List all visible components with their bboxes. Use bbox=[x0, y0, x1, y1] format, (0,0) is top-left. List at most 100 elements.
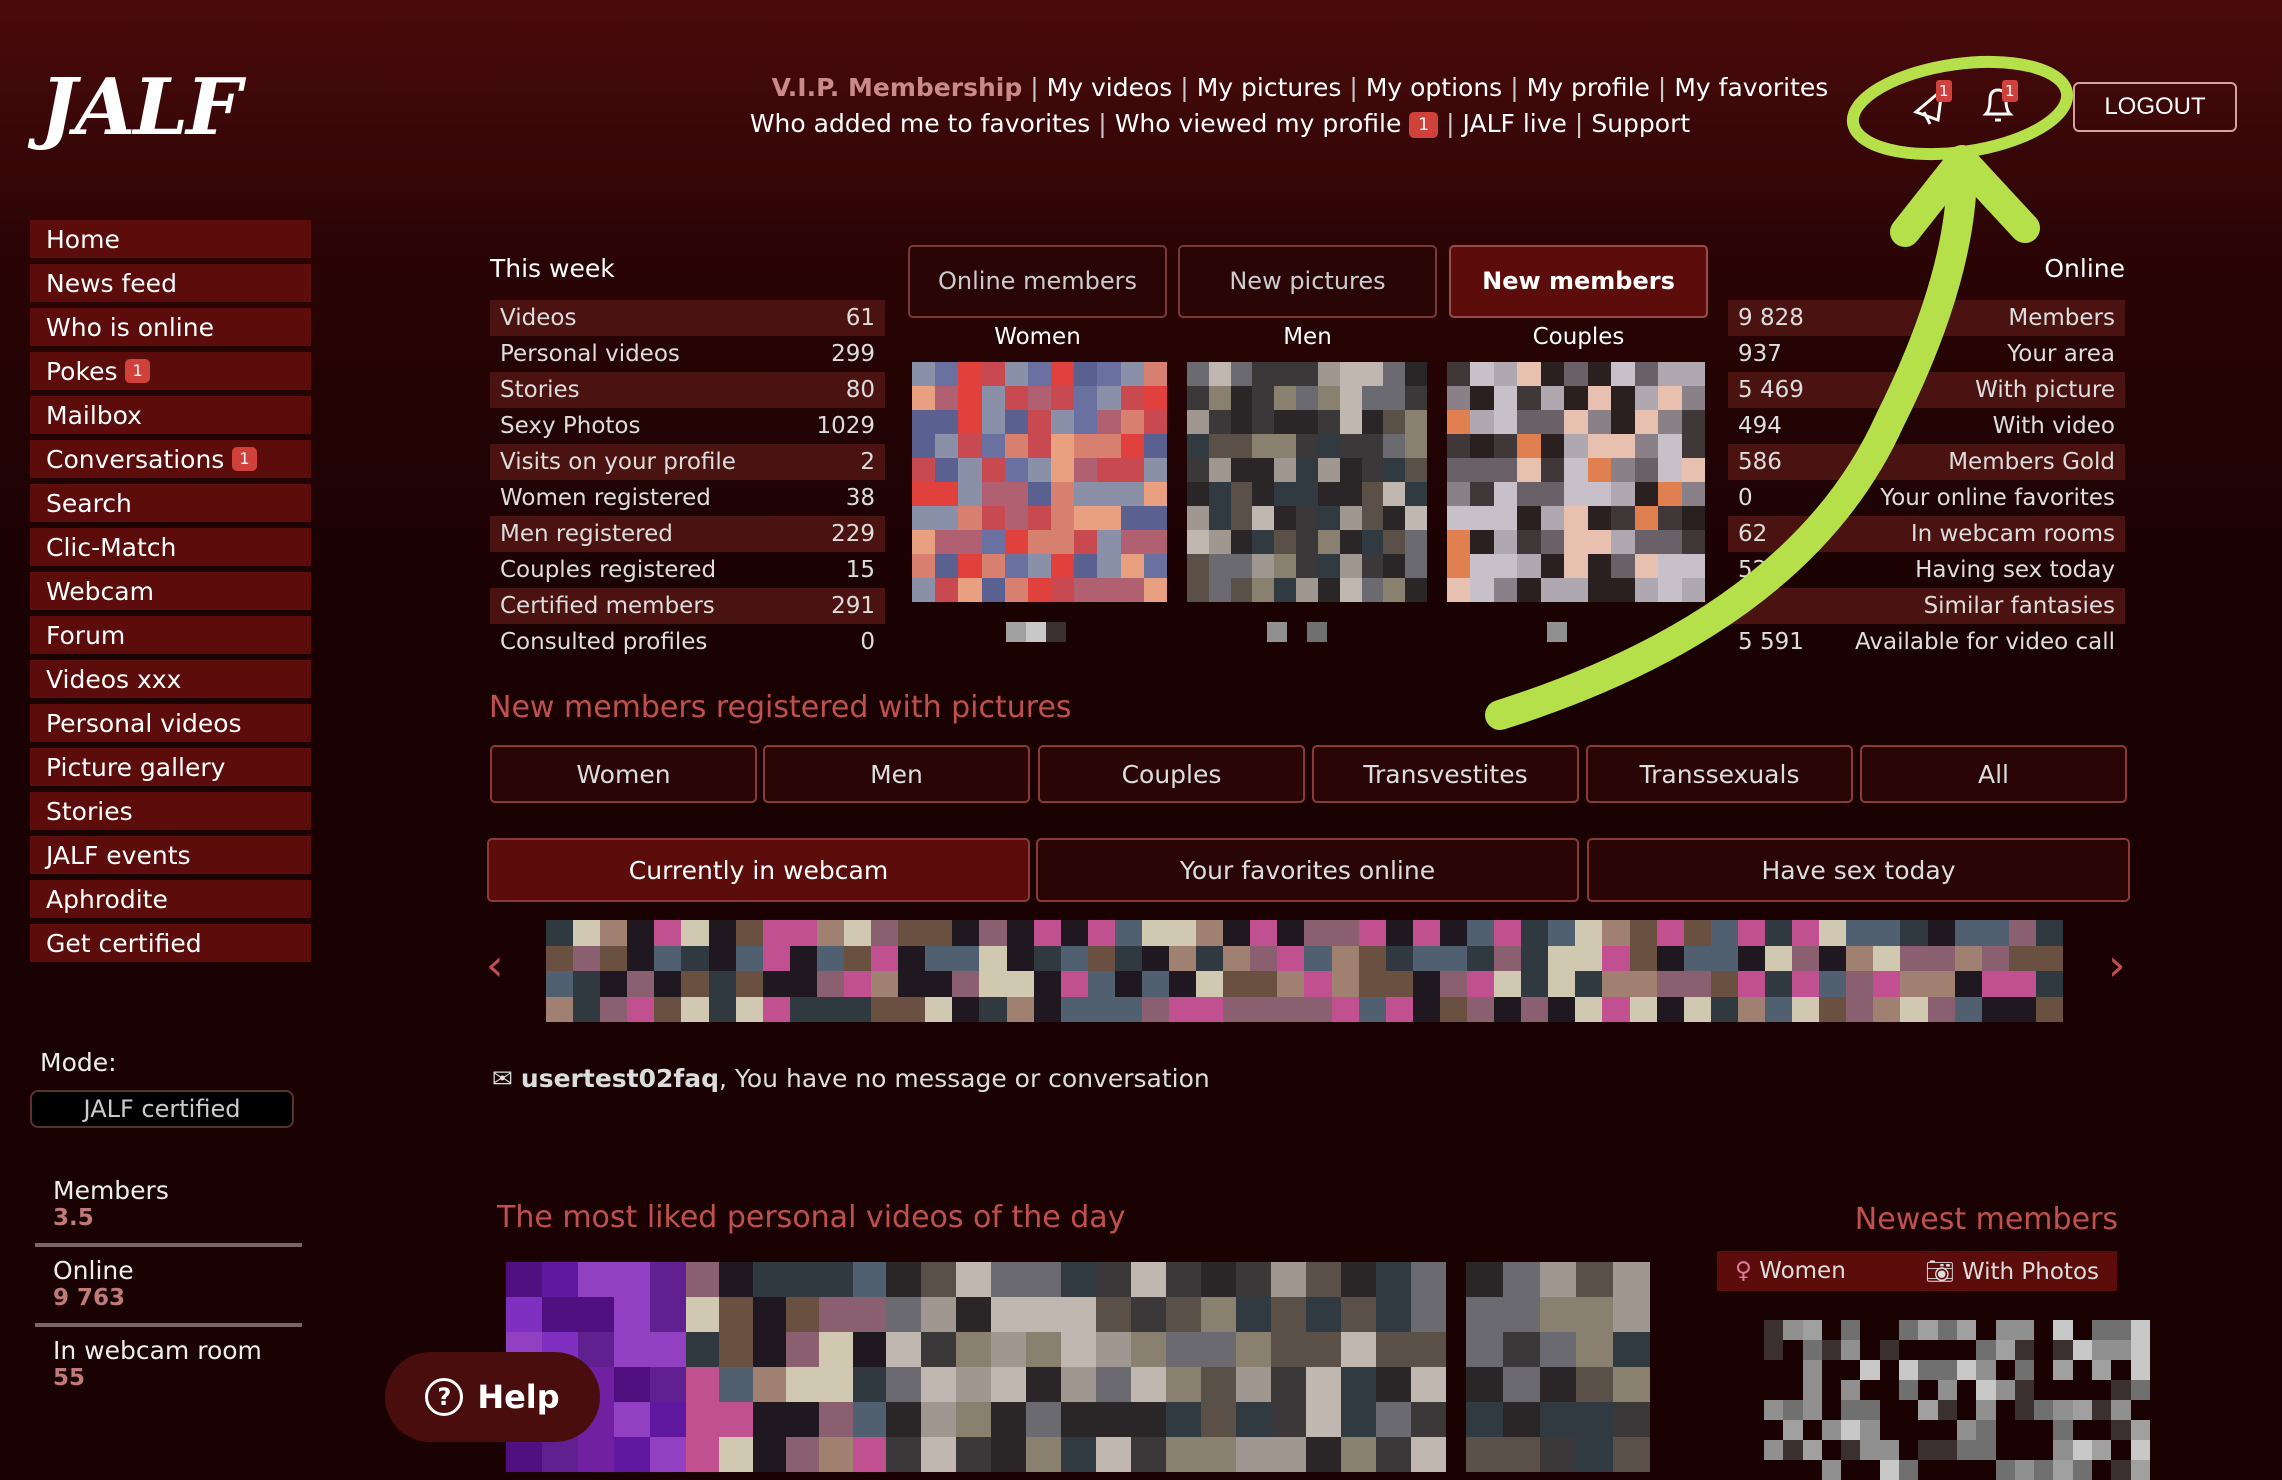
notifications-button[interactable]: 1 bbox=[1910, 80, 1952, 128]
member-photo-men[interactable] bbox=[1187, 362, 1427, 602]
stat-row[interactable]: Videos 61 bbox=[490, 300, 885, 336]
member-photo-couples[interactable] bbox=[1447, 362, 1705, 602]
my-videos-link[interactable]: My videos bbox=[1047, 73, 1173, 102]
pixel-cell bbox=[1252, 530, 1275, 554]
pixel-cell bbox=[1271, 1262, 1306, 1297]
sidebar-item-picture-gallery[interactable]: Picture gallery bbox=[30, 748, 311, 786]
tab-new-pictures[interactable]: New pictures bbox=[1178, 245, 1437, 318]
webcam-carousel[interactable] bbox=[546, 920, 2063, 1022]
stat-row[interactable]: Certified members 291 bbox=[490, 588, 885, 624]
my-options-link[interactable]: My options bbox=[1366, 73, 1502, 102]
stat-row[interactable]: Sexy Photos 1029 bbox=[490, 408, 885, 444]
stat-row[interactable]: Personal videos 299 bbox=[490, 336, 885, 372]
filter-women[interactable]: Women bbox=[490, 745, 757, 803]
tab-favorites-online[interactable]: Your favorites online bbox=[1036, 838, 1579, 902]
pixel-cell bbox=[1860, 1460, 1880, 1480]
sidebar-item-conversations[interactable]: Conversations 1 bbox=[30, 440, 311, 478]
sidebar-item-clic-match[interactable]: Clic-Match bbox=[30, 528, 311, 566]
stat-row[interactable]: Consulted profiles 0 bbox=[490, 624, 885, 660]
video-thumbnail[interactable] bbox=[686, 1262, 886, 1472]
video-thumbnail[interactable] bbox=[1466, 1262, 1650, 1472]
filter-couples[interactable]: Couples bbox=[1038, 745, 1305, 803]
my-pictures-link[interactable]: My pictures bbox=[1197, 73, 1342, 102]
sidebar-item-personal-videos[interactable]: Personal videos bbox=[30, 704, 311, 742]
online-row[interactable]: 937 Your area bbox=[1728, 336, 2125, 372]
sidebar-item-videos-xxx[interactable]: Videos xxx bbox=[30, 660, 311, 698]
pixel-cell bbox=[2092, 1360, 2112, 1380]
pixel-cell bbox=[2053, 1460, 2073, 1480]
online-row[interactable]: 5 469 With picture bbox=[1728, 372, 2125, 408]
tab-currently-in-webcam[interactable]: Currently in webcam bbox=[487, 838, 1030, 902]
pixel-cell bbox=[1954, 945, 1982, 971]
alerts-button[interactable]: 1 bbox=[1978, 80, 2018, 128]
sidebar-item-pokes[interactable]: Pokes 1 bbox=[30, 352, 311, 390]
username[interactable]: usertest02faq bbox=[521, 1064, 719, 1093]
tab-have-sex-today[interactable]: Have sex today bbox=[1587, 838, 2130, 902]
carousel-next-icon[interactable]: › bbox=[2108, 940, 2126, 991]
online-row[interactable]: 52 Having sex today bbox=[1728, 552, 2125, 588]
vip-membership-link[interactable]: V.I.P. Membership bbox=[772, 73, 1023, 102]
support-link[interactable]: Support bbox=[1591, 109, 1690, 138]
sidebar-item-aphrodite[interactable]: Aphrodite bbox=[30, 880, 311, 918]
stat-row[interactable]: Women registered 38 bbox=[490, 480, 885, 516]
tab-online-members[interactable]: Online members bbox=[908, 245, 1167, 318]
stat-row[interactable]: Couples registered 15 bbox=[490, 552, 885, 588]
pixel-cell bbox=[1230, 458, 1253, 482]
pixel-cell bbox=[719, 1437, 753, 1472]
online-row[interactable]: 5 591 Available for video call bbox=[1728, 624, 2125, 660]
video-thumbnail[interactable] bbox=[886, 1262, 1446, 1472]
sidebar-item-home[interactable]: Home bbox=[30, 220, 311, 258]
pixel-cell bbox=[1981, 971, 2009, 997]
this-week-table: Videos 61 Personal videos 299 Stories 80 Sexy … bbox=[490, 300, 885, 660]
newest-members-list[interactable] bbox=[1764, 1320, 2150, 1480]
filter-all[interactable]: All bbox=[1860, 745, 2127, 803]
my-profile-link[interactable]: My profile bbox=[1527, 73, 1650, 102]
logout-button[interactable]: LOGOUT bbox=[2073, 82, 2237, 132]
pixel-cell bbox=[1051, 506, 1075, 530]
carousel-prev-icon[interactable]: ‹ bbox=[486, 940, 504, 991]
online-row[interactable]: 0 Your online favorites bbox=[1728, 480, 2125, 516]
online-row[interactable]: 494 With video bbox=[1728, 408, 2125, 444]
filter-women[interactable]: ♀ Women bbox=[1735, 1258, 1846, 1284]
pixel-cell bbox=[2092, 1340, 2112, 1360]
sidebar-item-get-certified[interactable]: Get certified bbox=[30, 924, 311, 962]
jalf-live-link[interactable]: JALF live bbox=[1463, 109, 1567, 138]
member-photo-women[interactable] bbox=[912, 362, 1167, 602]
sidebar-item-mailbox[interactable]: Mailbox bbox=[30, 396, 311, 434]
my-favorites-link[interactable]: My favorites bbox=[1674, 73, 1828, 102]
sidebar-item-jalf-events[interactable]: JALF events bbox=[30, 836, 311, 874]
jalf-logo[interactable]: JALF bbox=[40, 62, 242, 153]
sidebar-item-webcam[interactable]: Webcam bbox=[30, 572, 311, 610]
sidebar-item-forum[interactable]: Forum bbox=[30, 616, 311, 654]
filter-men[interactable]: Men bbox=[763, 745, 1030, 803]
pixel-cell bbox=[1051, 482, 1075, 506]
sidebar-item-search[interactable]: Search bbox=[30, 484, 311, 522]
help-button[interactable]: ? Help bbox=[385, 1352, 600, 1442]
filter-transsexuals[interactable]: Transsexuals bbox=[1586, 745, 1853, 803]
pixel-cell bbox=[785, 1437, 820, 1472]
pixel-cell bbox=[1169, 996, 1197, 1022]
tab-new-members[interactable]: New members bbox=[1449, 245, 1708, 318]
filter-transvestites[interactable]: Transvestites bbox=[1312, 745, 1579, 803]
stat-row[interactable]: Visits on your profile 2 bbox=[490, 444, 885, 480]
member-name-blurred bbox=[1267, 622, 1347, 642]
pixel-cell bbox=[1493, 530, 1518, 554]
online-row[interactable]: Similar fantasies bbox=[1728, 588, 2125, 624]
online-row[interactable]: 586 Members Gold bbox=[1728, 444, 2125, 480]
pixel-cell bbox=[2008, 996, 2036, 1022]
mode-select[interactable]: JALF certified bbox=[30, 1090, 294, 1128]
filter-with-photos[interactable]: 📷︎ With Photos bbox=[1925, 1258, 2099, 1285]
sidebar-item-who-is-online[interactable]: Who is online bbox=[30, 308, 311, 346]
stat-row[interactable]: Stories 80 bbox=[490, 372, 885, 408]
cell: 937 bbox=[1738, 341, 1782, 367]
pixel-cell bbox=[935, 578, 959, 602]
who-added-me-link[interactable]: Who added me to favorites bbox=[750, 109, 1090, 138]
online-row[interactable]: 9 828 Members bbox=[1728, 300, 2125, 336]
online-row[interactable]: 62 In webcam rooms bbox=[1728, 516, 2125, 552]
sidebar-item-news-feed[interactable]: News feed bbox=[30, 264, 311, 302]
pixel-cell bbox=[1274, 530, 1297, 554]
sidebar-item-stories[interactable]: Stories bbox=[30, 792, 311, 830]
who-viewed-link[interactable]: Who viewed my profile bbox=[1115, 109, 1402, 138]
pixel-cell bbox=[1405, 578, 1427, 602]
stat-row[interactable]: Men registered 229 bbox=[490, 516, 885, 552]
